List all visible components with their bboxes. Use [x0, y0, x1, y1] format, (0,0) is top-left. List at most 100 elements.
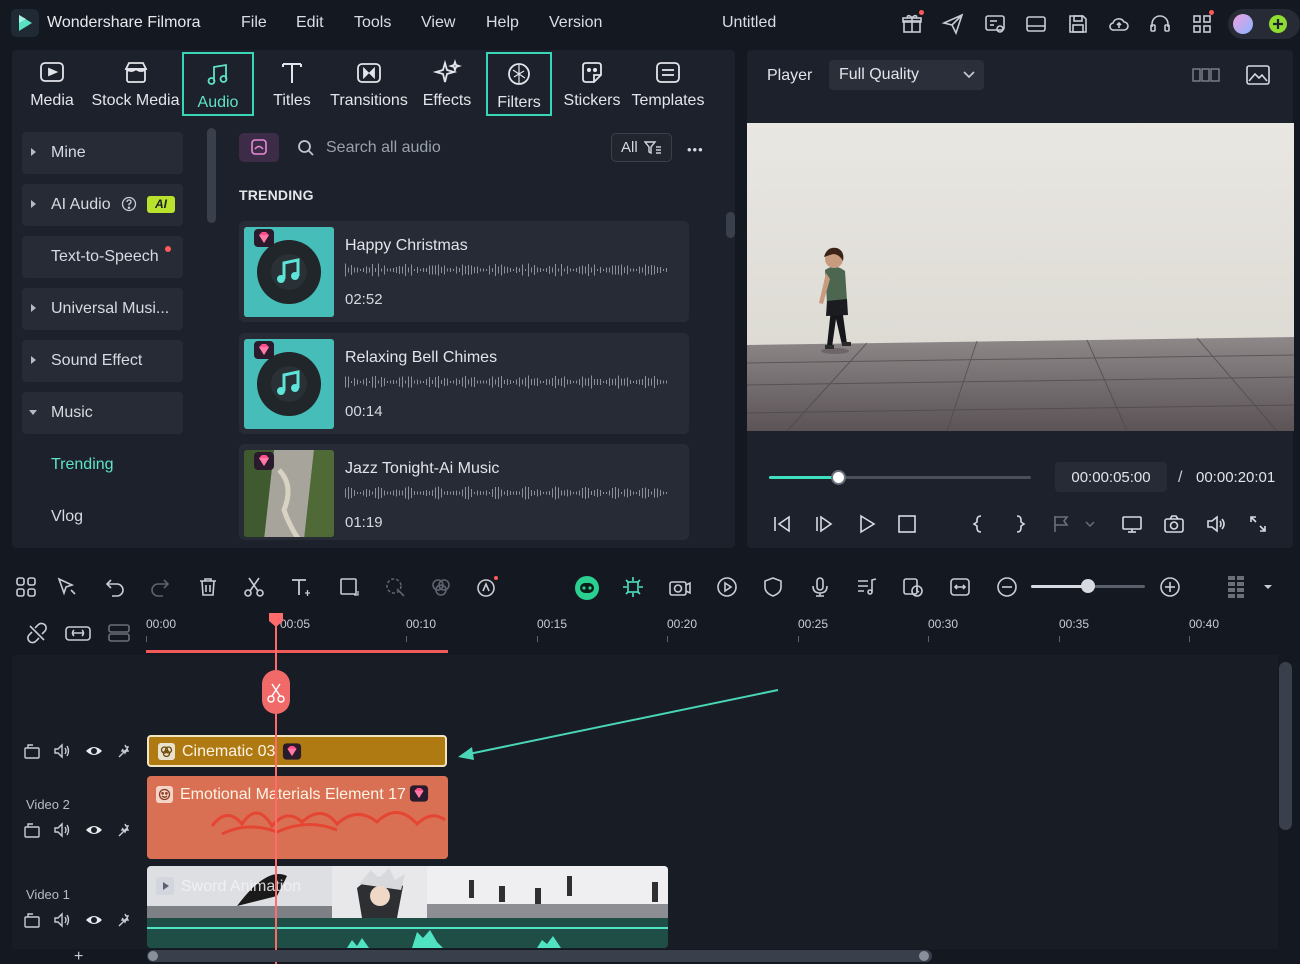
category-text-to-speech[interactable]: Text-to-Speech [22, 236, 183, 278]
headset-icon[interactable] [1148, 12, 1172, 36]
redo-icon[interactable] [148, 575, 172, 599]
element-clip[interactable]: Emotional Materials Element 17 [147, 776, 448, 859]
camera-snapshot-icon[interactable] [1163, 513, 1185, 535]
scroll-handle-right[interactable] [919, 951, 929, 961]
playhead-handle[interactable] [268, 612, 284, 628]
track-lock-icon[interactable] [23, 742, 41, 760]
category-scrollbar[interactable] [207, 128, 216, 223]
send-icon[interactable] [941, 12, 965, 36]
menu-tools[interactable]: Tools [354, 14, 391, 32]
quality-dropdown[interactable]: Full Quality [829, 60, 984, 90]
unlink-icon[interactable] [26, 622, 48, 644]
track-manager-icon[interactable] [107, 622, 131, 644]
help-icon[interactable] [121, 196, 137, 212]
link-clips-icon[interactable] [65, 622, 91, 644]
zoom-in-icon[interactable] [1158, 575, 1182, 599]
tab-stickers[interactable]: Stickers [561, 52, 623, 116]
track-lock-icon[interactable] [23, 821, 41, 839]
smart-cutout-icon[interactable] [621, 575, 645, 599]
next-frame-icon[interactable] [813, 513, 835, 535]
audio-list-scrollbar[interactable] [726, 212, 735, 238]
tab-transitions[interactable]: Transitions [329, 52, 409, 116]
tab-audio[interactable]: Audio [182, 52, 254, 116]
menu-version[interactable]: Version [549, 14, 602, 32]
tasks-icon[interactable] [983, 12, 1007, 36]
fit-width-icon[interactable] [948, 575, 972, 599]
marker-icon[interactable] [1051, 513, 1073, 535]
scroll-handle-left[interactable] [148, 951, 158, 961]
gift-icon[interactable] [900, 12, 924, 36]
track-visibility-eye-icon[interactable] [85, 742, 103, 760]
speed-timer-icon[interactable] [901, 575, 925, 599]
compare-view-icon[interactable] [1192, 64, 1220, 86]
volume-icon[interactable] [1205, 513, 1227, 535]
ai-audio-tool-icon[interactable] [475, 575, 499, 599]
layout-grid-icon[interactable] [14, 575, 38, 599]
audio-item[interactable]: Relaxing Bell Chimes 00:14 [239, 333, 689, 434]
ai-copilot-icon[interactable] [574, 575, 600, 601]
avatar[interactable] [1233, 14, 1253, 34]
category-universal-music[interactable]: Universal Musi... [22, 288, 183, 330]
track-volume-icon[interactable] [53, 821, 71, 839]
zoom-slider-handle[interactable] [1081, 579, 1095, 593]
image-snapshot-icon[interactable] [1245, 64, 1271, 86]
text-tool-icon[interactable] [289, 575, 313, 599]
track-effects-icon[interactable] [116, 821, 134, 839]
marker-dropdown-icon[interactable] [1083, 513, 1097, 535]
scissors-split-icon[interactable] [242, 575, 266, 599]
category-music[interactable]: Music [22, 392, 183, 434]
timeline-ruler[interactable] [145, 612, 1295, 648]
select-cursor-icon[interactable] [55, 575, 79, 599]
apps-grid-icon[interactable] [1190, 12, 1214, 36]
save-icon[interactable] [1066, 12, 1090, 36]
filter-clip[interactable]: Cinematic 03 [147, 735, 447, 767]
track-effects-icon[interactable] [116, 911, 134, 929]
more-options-button[interactable]: ••• [687, 137, 711, 159]
audio-list-icon[interactable] [855, 575, 879, 599]
zoom-out-icon[interactable] [995, 575, 1019, 599]
tab-titles[interactable]: Titles [262, 52, 322, 116]
render-preview-icon[interactable] [715, 575, 739, 599]
audio-tag-button[interactable] [239, 133, 279, 162]
track-visibility-eye-icon[interactable] [85, 821, 103, 839]
mark-out-icon[interactable] [1009, 513, 1031, 535]
fullscreen-icon[interactable] [1247, 513, 1269, 535]
timeline-horizontal-scrollbar[interactable] [147, 950, 932, 962]
video-preview[interactable] [747, 123, 1294, 431]
track-volume-icon[interactable] [53, 911, 71, 929]
tab-templates[interactable]: Templates [630, 52, 706, 116]
audio-item[interactable]: Jazz Tonight-Ai Music 01:19 [239, 444, 689, 540]
more-dropdown-icon[interactable] [1262, 575, 1274, 599]
timeline-vertical-scrollbar[interactable] [1279, 662, 1292, 830]
tab-stock-media[interactable]: Stock Media [90, 52, 181, 116]
category-trending[interactable]: Trending [51, 456, 114, 474]
undo-icon[interactable] [103, 575, 127, 599]
category-ai-audio[interactable]: AI Audio AI [22, 184, 183, 226]
mark-in-icon[interactable] [967, 513, 989, 535]
credits-plus-icon[interactable] [1269, 15, 1287, 33]
playback-progress-handle[interactable] [831, 470, 846, 485]
category-vlog[interactable]: Vlog [51, 508, 83, 526]
account-pill[interactable] [1228, 9, 1300, 39]
track-effects-icon[interactable] [116, 742, 134, 760]
play-icon[interactable] [856, 513, 878, 535]
delete-trash-icon[interactable] [196, 575, 220, 599]
add-track-button[interactable]: + [74, 948, 83, 964]
track-volume-icon[interactable] [53, 742, 71, 760]
stop-icon[interactable] [896, 513, 918, 535]
search-input[interactable] [326, 136, 596, 160]
split-marker[interactable] [262, 670, 290, 714]
color-match-icon[interactable] [429, 575, 453, 599]
layout-icon[interactable] [1024, 12, 1048, 36]
track-visibility-eye-icon[interactable] [85, 911, 103, 929]
menu-help[interactable]: Help [486, 14, 519, 32]
category-sound-effect[interactable]: Sound Effect [22, 340, 183, 382]
filter-dropdown[interactable]: All [611, 133, 672, 162]
crop-box-icon[interactable] [337, 575, 361, 599]
display-icon[interactable] [1121, 513, 1143, 535]
shield-icon[interactable] [761, 575, 785, 599]
ai-remove-icon[interactable] [383, 575, 407, 599]
menu-file[interactable]: File [241, 14, 267, 32]
current-time-display[interactable]: 00:00:05:00 [1055, 462, 1167, 492]
video-clip[interactable]: Sword Animation [147, 866, 668, 948]
